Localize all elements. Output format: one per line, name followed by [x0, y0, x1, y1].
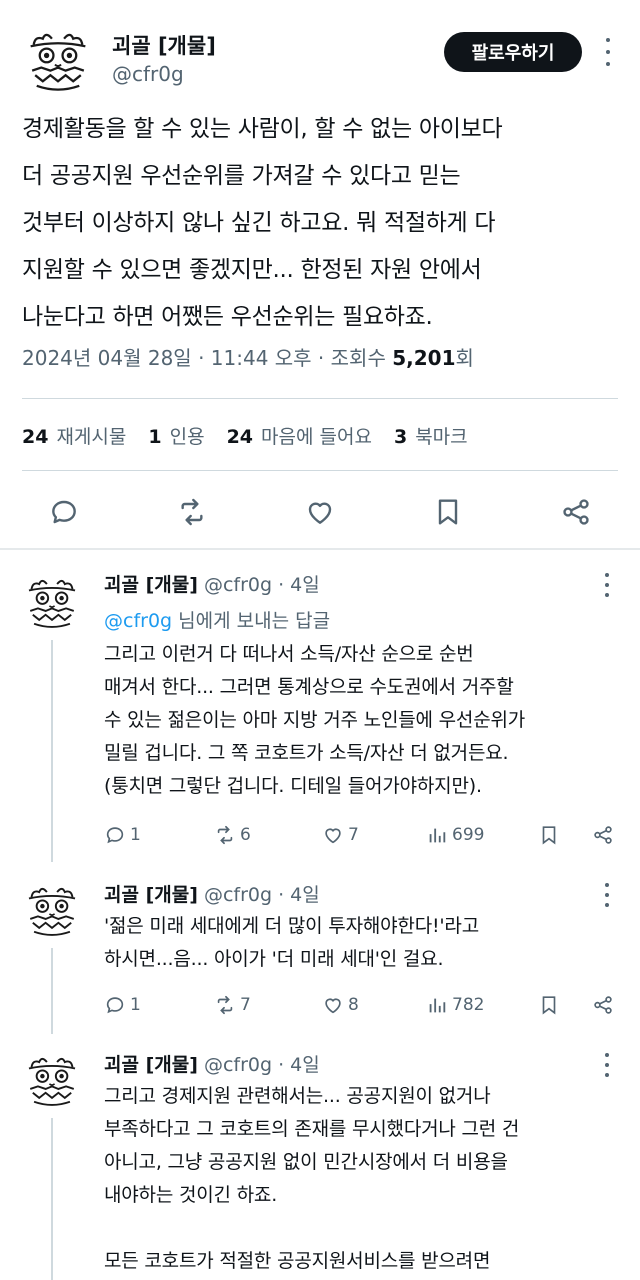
retweet-icon[interactable]	[172, 492, 212, 532]
bookmark-icon[interactable]	[538, 990, 560, 1020]
avatar[interactable]	[20, 878, 84, 942]
reply-icon	[106, 827, 124, 844]
reply-actions: 1 6 7 699	[104, 820, 624, 850]
like-icon[interactable]	[300, 492, 340, 532]
author-name[interactable]: 괴골 [개물]	[112, 30, 216, 60]
retweet-button[interactable]: 6	[214, 820, 251, 850]
views-button[interactable]: 699	[426, 820, 484, 850]
reply-button[interactable]: 1	[104, 990, 141, 1020]
retweet-icon	[217, 995, 233, 1015]
author-name[interactable]: 괴골 [개물]	[104, 574, 198, 596]
more-icon[interactable]	[598, 38, 618, 66]
tweet-actions	[0, 492, 640, 532]
tweet-stats: 24 재게시물 1 인용 24 마음에 들어요 3 북마크	[22, 422, 468, 449]
like-icon	[325, 998, 341, 1014]
view-count-suffix: 회	[455, 346, 474, 370]
reply-to-line: @cfr0g 님에게 보내는 답글	[104, 610, 331, 632]
stat-quotes[interactable]: 1 인용	[148, 422, 204, 449]
avatar[interactable]	[20, 570, 84, 634]
author-name[interactable]: 괴골 [개물]	[104, 1054, 198, 1076]
thread-line	[51, 948, 53, 1034]
tweet-timestamp[interactable]: 2024년 04월 28일 · 11:44 오후 · 조회수	[22, 346, 392, 370]
avatar[interactable]	[20, 1048, 84, 1112]
reply-actions: 1 7 8 782	[104, 990, 624, 1020]
avatar[interactable]	[20, 22, 96, 98]
reply-button[interactable]: 1	[104, 820, 141, 850]
reply-text: '젊은 미래 세대에게 더 많이 투자해야한다!'라고 하시면...음... 아…	[104, 915, 479, 970]
reply-icon	[106, 997, 124, 1014]
views-icon	[429, 828, 446, 843]
stat-bookmarks[interactable]: 3 북마크	[394, 422, 468, 449]
stat-retweets[interactable]: 24 재게시물	[22, 422, 126, 449]
share-icon[interactable]	[556, 492, 596, 532]
bookmark-icon[interactable]	[538, 820, 560, 850]
divider	[22, 398, 618, 399]
view-count: 5,201	[392, 346, 456, 370]
like-button[interactable]: 8	[322, 990, 359, 1020]
thread-line	[51, 640, 53, 862]
share-icon[interactable]	[592, 820, 614, 850]
author-meta[interactable]: @cfr0g · 4일	[198, 1054, 320, 1076]
follow-button[interactable]: 팔로우하기	[444, 32, 582, 72]
share-icon[interactable]	[592, 990, 614, 1020]
mention-link[interactable]: @cfr0g	[104, 610, 172, 632]
like-icon	[325, 828, 341, 844]
like-button[interactable]: 7	[322, 820, 359, 850]
reply-header: 괴골 [개물] @cfr0g · 4일	[104, 880, 320, 907]
tweet-text: 경제활동을 할 수 있는 사람이, 할 수 없는 아이보다 더 공공지원 우선순…	[22, 116, 503, 330]
stat-likes[interactable]: 24 마음에 들어요	[227, 422, 372, 449]
author-name[interactable]: 괴골 [개물]	[104, 884, 198, 906]
author-handle[interactable]: @cfr0g	[112, 62, 184, 86]
reply-text: 그리고 이런거 다 떠나서 소득/자산 순으로 순번 매겨서 한다... 그러면…	[104, 643, 526, 797]
reply-header: 괴골 [개물] @cfr0g · 4일	[104, 1050, 320, 1077]
retweet-button[interactable]: 7	[214, 990, 251, 1020]
more-icon[interactable]	[600, 883, 614, 907]
views-icon	[429, 998, 446, 1013]
more-icon[interactable]	[600, 573, 614, 597]
reply-header: 괴골 [개물] @cfr0g · 4일	[104, 570, 320, 597]
views-button[interactable]: 782	[426, 990, 484, 1020]
author-meta[interactable]: @cfr0g · 4일	[198, 574, 320, 596]
divider	[22, 470, 618, 471]
retweet-icon	[217, 825, 233, 845]
more-icon[interactable]	[600, 1053, 614, 1077]
reply-icon[interactable]	[44, 492, 84, 532]
reply-text: 그리고 경제지원 관련해서는... 공공지원이 없거나 부족하다고 그 코호트의…	[104, 1085, 520, 1272]
tweet-meta: 2024년 04월 28일 · 11:44 오후 · 조회수 5,201회	[22, 342, 474, 371]
bookmark-icon[interactable]	[428, 492, 468, 532]
section-divider	[0, 548, 640, 550]
author-meta[interactable]: @cfr0g · 4일	[198, 884, 320, 906]
thread-line	[51, 1118, 53, 1280]
